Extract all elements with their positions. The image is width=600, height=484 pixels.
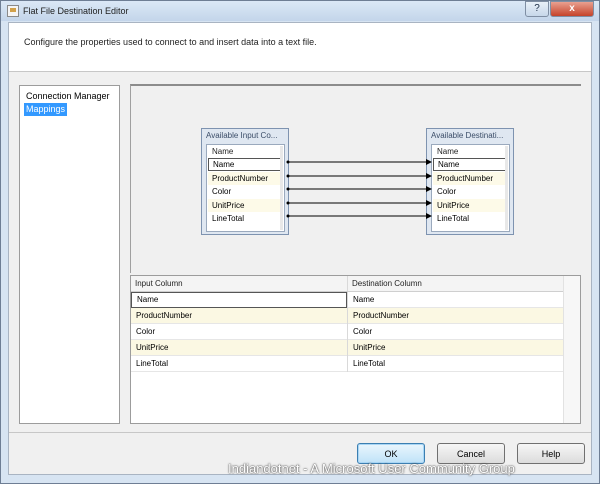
mapping-connector — [286, 214, 290, 218]
close-icon: x — [569, 3, 575, 14]
input-cell[interactable]: ProductNumber — [131, 308, 347, 324]
table-row[interactable]: UnitPrice UnitPrice — [131, 340, 563, 356]
close-button[interactable]: x — [550, 1, 594, 17]
footer-divider — [9, 432, 591, 433]
input-cell[interactable]: UnitPrice — [131, 340, 347, 356]
table-row[interactable]: LineTotal LineTotal — [131, 356, 563, 372]
destination-cell[interactable]: Color — [347, 324, 563, 340]
title-bar[interactable]: Flat File Destination Editor ? x — [1, 1, 599, 21]
input-cell[interactable]: LineTotal — [131, 356, 347, 372]
destination-cell[interactable]: Name — [347, 292, 563, 308]
help-title-button[interactable]: ? — [525, 1, 549, 17]
mapping-connector — [286, 187, 290, 191]
destination-cell[interactable]: LineTotal — [347, 356, 563, 372]
destination-cell[interactable]: ProductNumber — [347, 308, 563, 324]
mapping-connector — [286, 174, 290, 178]
table-row[interactable]: Name Name — [131, 292, 563, 308]
app-icon — [7, 5, 19, 17]
input-cell[interactable]: Color — [131, 324, 347, 340]
table-row[interactable]: Color Color — [131, 324, 563, 340]
destination-column-header[interactable]: Destination Column — [347, 276, 563, 291]
question-icon: ? — [534, 3, 540, 14]
window-title: Flat File Destination Editor — [23, 6, 129, 16]
mapping-lines — [286, 159, 432, 219]
grid-header: Input Column Destination Column — [131, 276, 563, 292]
table-row[interactable]: ProductNumber ProductNumber — [131, 308, 563, 324]
page-list: Connection Manager Mappings — [19, 85, 120, 424]
nav-item-connection-manager[interactable]: Connection Manager — [24, 90, 112, 103]
watermark-text: Indiandotnet - A Microsoft User Communit… — [228, 461, 515, 476]
mappings-grid: Input Column Destination Column Name Nam… — [130, 275, 581, 424]
help-button[interactable]: Help — [517, 443, 585, 464]
input-column-header[interactable]: Input Column — [131, 276, 347, 291]
nav-item-mappings[interactable]: Mappings — [24, 103, 68, 116]
mapping-diagram: Available Input Co... Name Name ProductN… — [130, 84, 581, 273]
header-panel: Configure the properties used to connect… — [9, 23, 591, 72]
editor-window: Flat File Destination Editor ? x Configu… — [0, 0, 600, 484]
destination-cell[interactable]: UnitPrice — [347, 340, 563, 356]
dialog-description: Configure the properties used to connect… — [24, 37, 317, 47]
input-cell[interactable]: Name — [131, 292, 347, 308]
dialog-client: Configure the properties used to connect… — [8, 22, 592, 475]
mapping-connector — [286, 160, 290, 164]
mapping-connector — [286, 201, 290, 205]
grid-scrollbar[interactable] — [563, 276, 580, 423]
